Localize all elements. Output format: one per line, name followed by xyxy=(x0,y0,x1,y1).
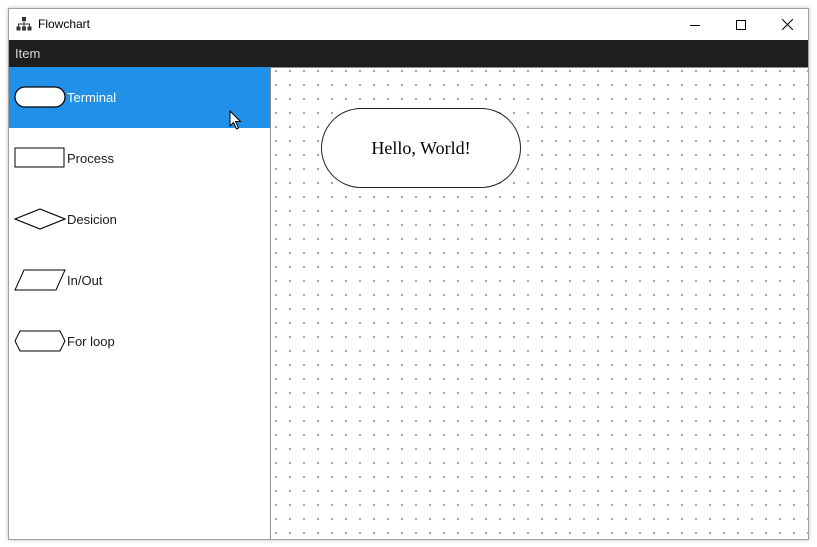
maximize-button[interactable] xyxy=(718,9,764,40)
inout-shape-icon xyxy=(14,269,66,291)
window-title: Flowchart xyxy=(38,17,91,31)
forloop-shape-icon xyxy=(14,330,66,352)
menu-bar: Item xyxy=(9,40,808,67)
maximize-icon xyxy=(736,19,746,30)
shape-palette: Terminal Process Desicion In/Out For loo xyxy=(9,67,271,539)
title-bar[interactable]: Flowchart xyxy=(9,9,808,40)
app-window: Flowchart Item Terminal Process Desicion… xyxy=(8,8,809,540)
process-shape-icon xyxy=(14,147,65,168)
terminal-node[interactable]: Hello, World! xyxy=(321,108,521,188)
terminal-shape-icon xyxy=(14,86,66,108)
minimize-button[interactable] xyxy=(672,9,718,40)
mouse-cursor-icon xyxy=(229,110,242,130)
decision-shape-icon xyxy=(14,208,66,230)
menu-item[interactable]: Item xyxy=(9,46,40,61)
palette-item-label: For loop xyxy=(67,334,115,349)
minimize-icon xyxy=(690,24,700,26)
palette-item-inout[interactable]: In/Out xyxy=(9,250,270,311)
palette-item-label: Terminal xyxy=(67,90,117,105)
palette-item-label: Process xyxy=(67,151,114,166)
palette-item-label: Desicion xyxy=(67,212,117,227)
palette-item-process[interactable]: Process xyxy=(9,128,270,189)
close-button[interactable] xyxy=(764,9,810,40)
palette-item-decision[interactable]: Desicion xyxy=(9,189,270,250)
palette-item-forloop[interactable]: For loop xyxy=(9,311,270,372)
flowchart-canvas[interactable]: Hello, World! xyxy=(271,67,808,539)
sitemap-icon xyxy=(16,17,32,31)
palette-item-label: In/Out xyxy=(67,273,103,288)
close-icon xyxy=(781,19,793,30)
